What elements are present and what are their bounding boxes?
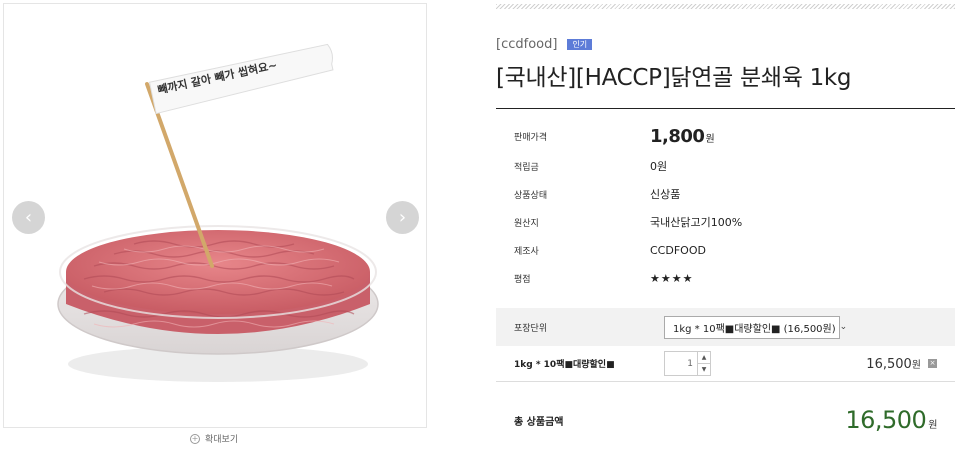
spec-label: 평점	[514, 274, 531, 285]
selected-price-value: 16,500	[866, 356, 912, 372]
product-image	[57, 43, 379, 382]
option-select[interactable]: 1kg * 10팩■대량할인■ (16,500원) ⌄	[664, 315, 847, 339]
chevron-right-icon: ›	[398, 207, 407, 228]
popular-badge: 인기	[567, 39, 593, 50]
spec-label: 상품상태	[514, 190, 548, 201]
chevron-left-icon: ‹	[24, 207, 33, 228]
spec-label: 제조사	[514, 246, 539, 257]
brand-name: [ccdfood]	[496, 37, 558, 52]
selected-price-unit: 원	[911, 359, 921, 371]
quantity-buttons: ▲ ▼	[698, 351, 711, 376]
option-row: 포장단위 1kg * 10팩■대량할인■ (16,500원) ⌄	[496, 308, 955, 346]
option-label: 포장단위	[514, 323, 548, 334]
product-title: [국내산][HACCP]닭연골 분쇄육 1kg	[496, 65, 852, 91]
next-image-button[interactable]: ›	[386, 201, 419, 234]
sale-price-value: 1,800	[650, 125, 705, 147]
quantity-stepper: 1 ▲ ▼	[664, 351, 711, 376]
spec-row-price: 판매가격 1,800원	[496, 120, 955, 152]
spec-value: CCDFOOD	[650, 243, 706, 257]
selected-option-price: 16,500원	[866, 356, 921, 372]
prev-image-button[interactable]: ‹	[12, 201, 45, 234]
title-divider	[496, 108, 955, 109]
selected-option-name: 1kg * 10팩■대량할인■	[514, 360, 615, 370]
quantity-input[interactable]: 1	[664, 351, 698, 376]
zoom-label: 확대보기	[205, 435, 239, 445]
spec-label: 판매가격	[514, 132, 548, 143]
spec-row-rating: 평점 ★★★★	[496, 264, 955, 292]
total-label: 총 상품금액	[514, 416, 564, 428]
zoom-icon: +	[190, 433, 200, 444]
spec-label: 적립금	[514, 162, 539, 173]
spec-table: 판매가격 1,800원 적립금 0원 상품상태 신상품 원산지 국내산닭고기10…	[496, 120, 955, 292]
spec-value: 국내산닭고기100%	[650, 216, 743, 229]
selected-option-row: 1kg * 10팩■대량할인■ 1 ▲ ▼ 16,500원 ×	[496, 346, 955, 382]
sale-price-unit: 원	[705, 133, 715, 145]
spec-row-origin: 원산지 국내산닭고기100%	[496, 208, 955, 236]
sale-price: 1,800원	[650, 126, 715, 147]
total-price-unit: 원	[928, 420, 937, 431]
spec-value: 신상품	[650, 188, 681, 201]
chevron-down-icon: ⌄	[839, 322, 848, 332]
total-price: 16,500 원	[845, 406, 937, 434]
spec-value: 0원	[650, 160, 668, 173]
quantity-up-button[interactable]: ▲	[698, 352, 710, 364]
total-row: 총 상품금액 16,500 원	[496, 400, 955, 440]
spec-row-maker: 제조사 CCDFOOD	[496, 236, 955, 264]
rating-stars: ★★★★	[650, 271, 694, 285]
brand-row: [ccdfood] 인기	[496, 37, 593, 52]
spec-label: 원산지	[514, 218, 539, 229]
option-selected-value: 1kg * 10팩■대량할인■ (16,500원)	[673, 323, 836, 335]
spec-row-condition: 상품상태 신상품	[496, 180, 955, 208]
total-price-value: 16,500	[845, 406, 927, 434]
zoom-link[interactable]: + 확대보기	[190, 432, 238, 445]
quantity-down-button[interactable]: ▼	[698, 364, 710, 375]
remove-option-button[interactable]: ×	[928, 359, 937, 368]
top-divider	[496, 4, 955, 9]
product-image-panel: 빼까지 갈아 빼가 씹혀요~ ‹ ›	[3, 3, 427, 428]
spec-row-points: 적립금 0원	[496, 152, 955, 180]
